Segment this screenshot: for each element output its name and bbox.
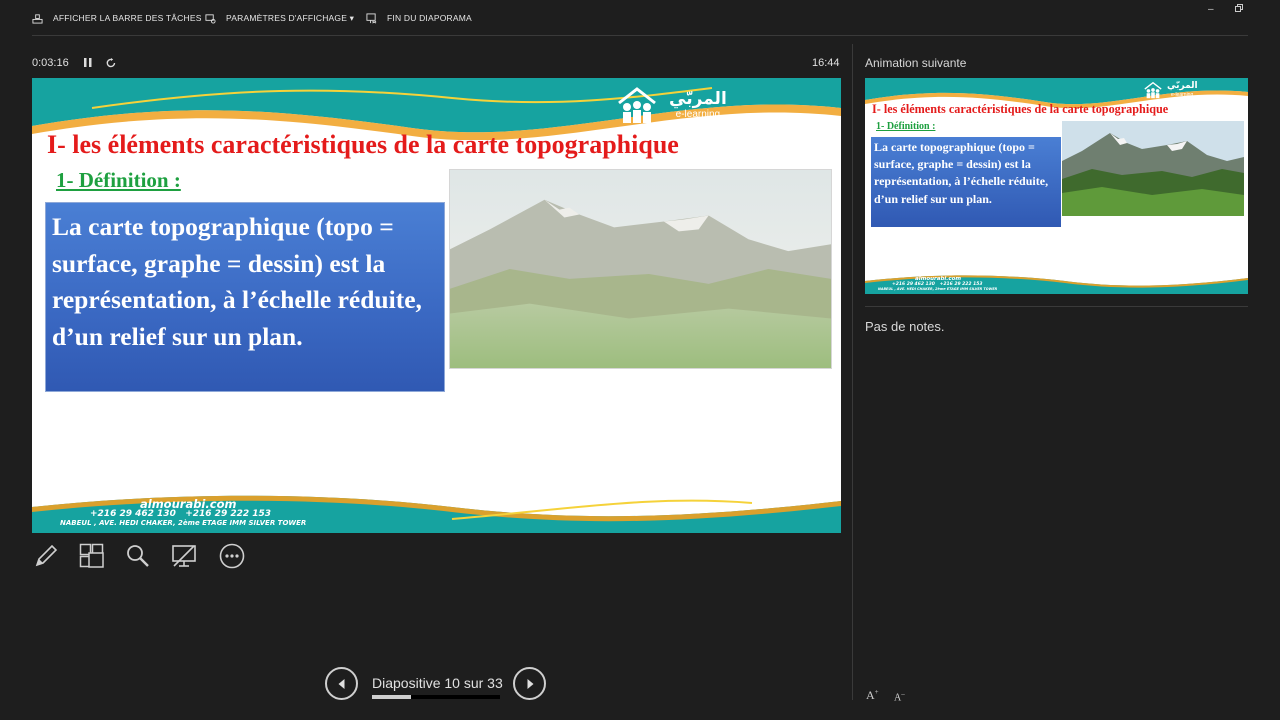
decrease-font-button[interactable]: A–	[894, 690, 905, 703]
end-slideshow-label: FIN DU DIAPORAMA	[387, 13, 472, 23]
slide-counter: Diapositive 10 sur 33	[372, 675, 503, 691]
preview-title: I- les éléments caractéristiques de la c…	[872, 102, 1169, 116]
slide-progress-bar	[372, 695, 500, 699]
clock: 16:44	[812, 57, 840, 69]
show-taskbar-button[interactable]: AFFICHER LA BARRE DES TÂCHES	[32, 10, 202, 26]
current-slide[interactable]: المربّي e-learning I- les éléments carac…	[32, 78, 841, 533]
increase-font-label: A	[866, 688, 875, 702]
preview-logo-emblem	[1144, 81, 1162, 99]
slide-subtitle: 1- Définition :	[56, 168, 181, 192]
logo-emblem	[618, 87, 656, 123]
pen-tool-button[interactable]	[32, 542, 60, 570]
previous-slide-button[interactable]	[325, 667, 358, 700]
arrow-right-icon	[527, 678, 533, 689]
see-all-slides-button[interactable]	[78, 542, 106, 570]
arrow-left-icon	[338, 678, 344, 689]
footer-phones: +216 29 462 130 +216 29 222 153	[90, 509, 272, 519]
definition-box: La carte topographique (topo = surface, …	[45, 202, 445, 392]
black-screen-button[interactable]	[170, 542, 198, 570]
footer-address: NABEUL , AVE. HEDI CHAKER, 2ème ETAGE IM…	[60, 519, 307, 527]
minimize-icon[interactable]: –	[1208, 4, 1214, 15]
preview-logo-elearning: e-learning	[1171, 92, 1194, 98]
slide-progress-fill	[372, 695, 411, 699]
almourabi-logo: المربّي e-learning	[613, 83, 727, 127]
increase-font-button[interactable]: A+	[866, 688, 879, 703]
end-slideshow-icon	[366, 12, 377, 23]
preview-definition-box: La carte topographique (topo = surface, …	[871, 137, 1061, 227]
reset-timer-icon[interactable]	[106, 58, 116, 68]
show-taskbar-label: AFFICHER LA BARRE DES TÂCHES	[53, 13, 202, 23]
definition-text: La carte topographique (topo = surface, …	[52, 212, 422, 351]
more-options-button[interactable]	[218, 542, 246, 570]
next-slide-preview[interactable]: المربّي e-learning I- les éléments carac…	[865, 78, 1248, 294]
speaker-notes: Pas de notes.	[865, 319, 945, 334]
panel-splitter[interactable]	[852, 44, 853, 700]
preview-definition-text: La carte topographique (topo = surface, …	[874, 140, 1049, 206]
end-slideshow-button[interactable]: FIN DU DIAPORAMA	[366, 10, 472, 26]
display-settings-label: PARAMÈTRES D'AFFICHAGE ▾	[226, 12, 355, 23]
zoom-icon	[127, 545, 149, 567]
logo-arabic-text: المربّي	[669, 88, 727, 109]
preview-subtitle: 1- Définition :	[876, 121, 936, 132]
taskbar-icon	[32, 13, 43, 24]
logo-elearning-text: e-learning	[675, 108, 721, 120]
next-slide-button[interactable]	[513, 667, 546, 700]
display-settings-icon	[205, 13, 216, 24]
next-animation-label: Animation suivante	[865, 56, 967, 70]
notes-divider	[865, 306, 1248, 307]
preview-mountain-photo	[1062, 121, 1244, 216]
zoom-button[interactable]	[124, 542, 152, 570]
presenter-toolbar: AFFICHER LA BARRE DES TÂCHES PARAMÈTRES …	[0, 0, 1280, 36]
restore-icon[interactable]	[1235, 4, 1243, 15]
more-options-icon	[219, 543, 245, 569]
pen-icon	[35, 544, 58, 567]
black-screen-icon	[172, 545, 196, 567]
toolbar-divider	[32, 35, 1248, 36]
display-settings-button[interactable]: PARAMÈTRES D'AFFICHAGE ▾	[205, 10, 354, 26]
preview-footer-address: NABEUL , AVE. HEDI CHAKER, 2ème ETAGE IM…	[878, 287, 998, 291]
preview-logo-arabic: المربّي	[1167, 81, 1198, 91]
mountain-photo	[449, 169, 832, 369]
slides-grid-icon	[79, 543, 104, 568]
pause-icon[interactable]	[84, 58, 92, 67]
elapsed-timer: 0:03:16	[32, 57, 69, 69]
slide-title: I- les éléments caractéristiques de la c…	[47, 130, 679, 159]
